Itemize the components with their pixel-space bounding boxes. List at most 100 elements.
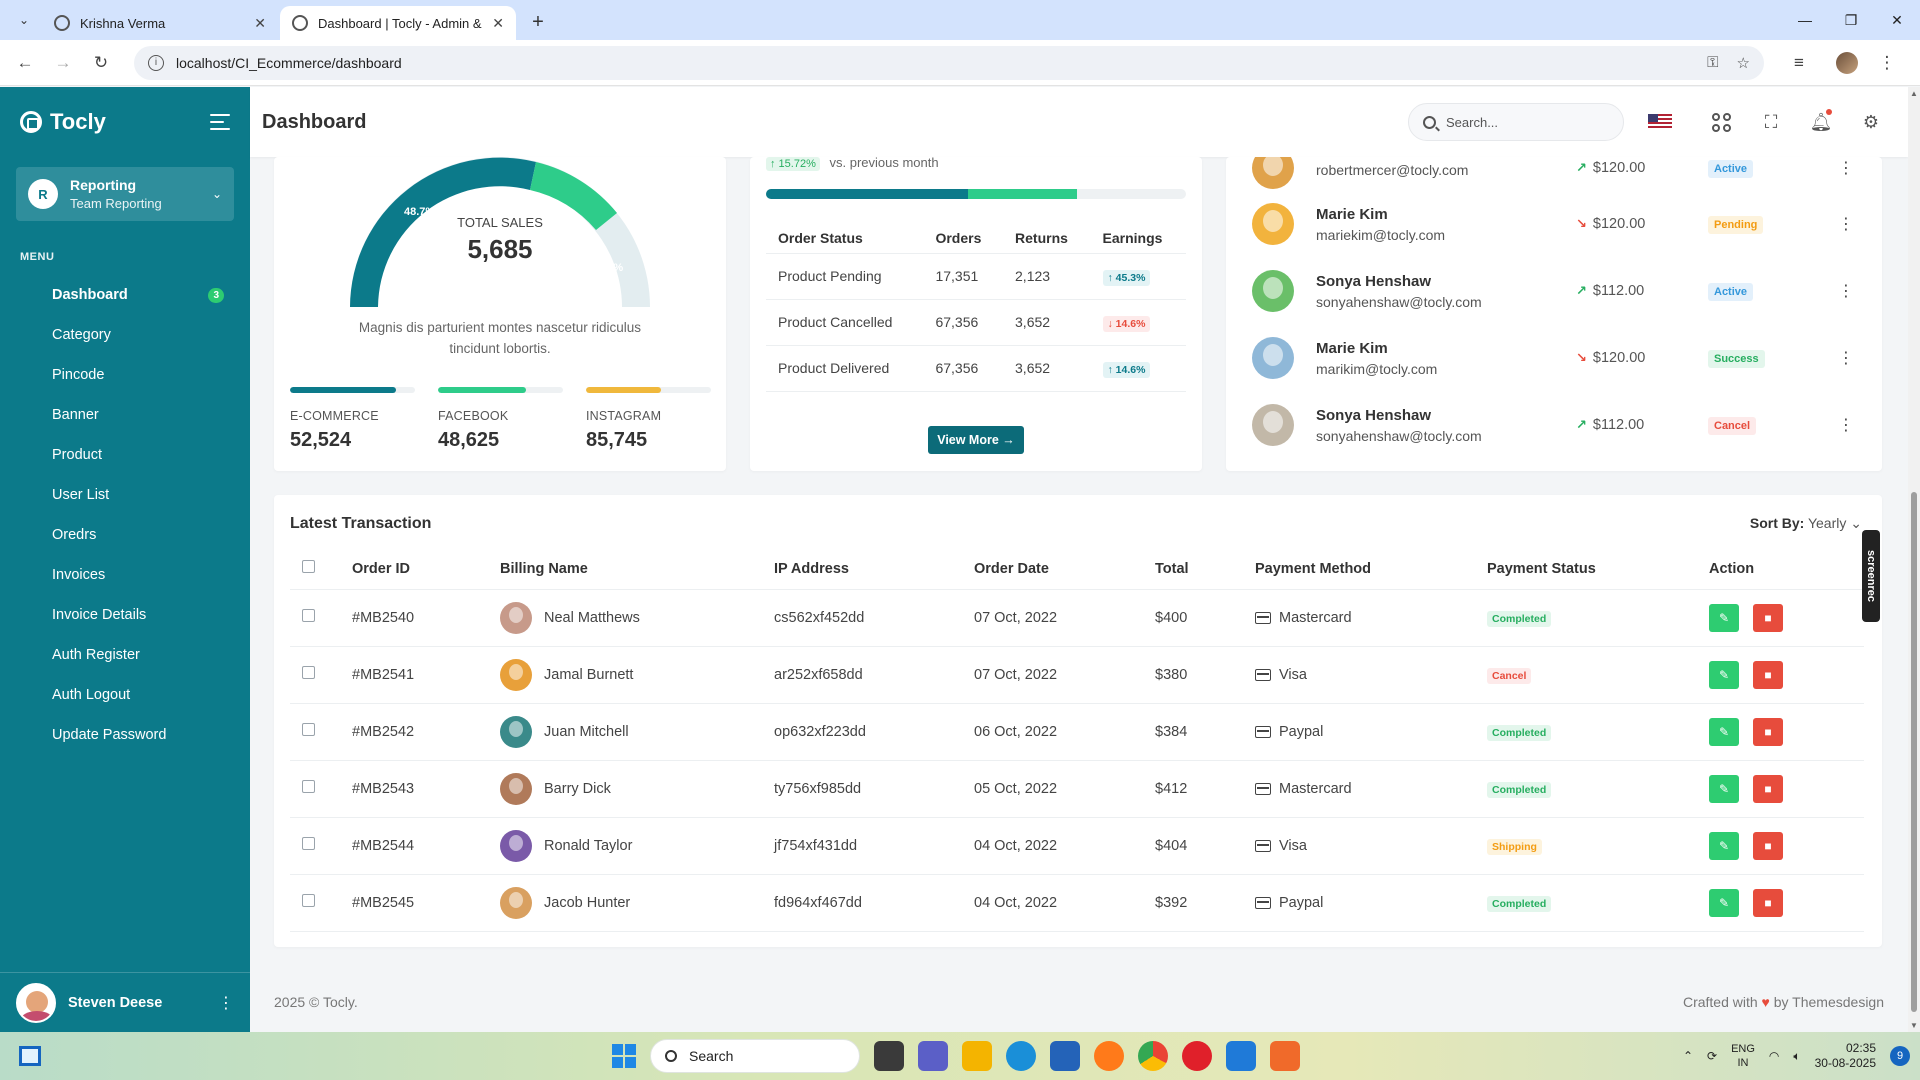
screenrec-widget[interactable]: screenrec	[1862, 530, 1880, 622]
reload-icon[interactable]: ↻	[86, 48, 116, 78]
sidebar-item-auth-logout[interactable]: Auth Logout	[0, 675, 250, 715]
edit-button[interactable]: ✎	[1709, 660, 1739, 689]
store-icon[interactable]	[1050, 1041, 1080, 1071]
close-window-icon[interactable]: ✕	[1874, 0, 1920, 40]
edit-button[interactable]: ✎	[1709, 717, 1739, 746]
clock[interactable]: 02:35 30-08-2025	[1815, 1041, 1876, 1071]
volume-icon[interactable]: 🔈︎	[1793, 1049, 1800, 1064]
sync-icon[interactable]: ⟳	[1707, 1049, 1717, 1063]
close-tab-icon[interactable]: ✕	[492, 15, 504, 32]
row-checkbox[interactable]	[302, 666, 315, 679]
delete-button[interactable]: ■	[1753, 603, 1783, 632]
view-more-button[interactable]: View More →	[928, 426, 1024, 454]
windows-start-icon[interactable]	[612, 1044, 636, 1068]
edit-button[interactable]: ✎	[1709, 888, 1739, 917]
delete-button[interactable]: ■	[1753, 831, 1783, 860]
sidebar-item-orders[interactable]: Oredrs	[0, 515, 250, 555]
chrome-icon[interactable]	[1138, 1041, 1168, 1071]
xampp-icon[interactable]	[1270, 1041, 1300, 1071]
notification-count-badge[interactable]: 9	[1890, 1046, 1910, 1066]
apps-grid-icon[interactable]	[1708, 109, 1734, 135]
delete-button[interactable]: ■	[1753, 774, 1783, 803]
sidebar-item-update-password[interactable]: Update Password	[0, 715, 250, 755]
more-vertical-icon[interactable]: ⋮	[1838, 348, 1854, 368]
sidebar-item-banner[interactable]: Banner	[0, 395, 250, 435]
firefox-icon[interactable]	[1094, 1041, 1124, 1071]
select-all-checkbox[interactable]	[302, 560, 315, 574]
sidebar-item-pincode[interactable]: Pincode	[0, 355, 250, 395]
row-checkbox[interactable]	[302, 837, 315, 850]
browser-tab-krishna[interactable]: Krishna Verma ✕	[42, 6, 278, 40]
url-text[interactable]: localhost/CI_Ecommerce/dashboard	[176, 55, 1707, 71]
sidebar-item-user-list[interactable]: User List	[0, 475, 250, 515]
minimize-icon[interactable]: —	[1782, 0, 1828, 40]
user-name: Steven Deese	[68, 994, 163, 1011]
gear-icon[interactable]: ⚙	[1858, 109, 1884, 135]
hamburger-menu-icon[interactable]	[210, 114, 230, 130]
widgets-icon[interactable]	[10, 1036, 50, 1076]
status-badge: Success	[1708, 350, 1765, 368]
tab-list-chevron-icon[interactable]: ⌄	[12, 8, 36, 32]
search-input[interactable]: Search...	[1408, 103, 1624, 141]
browser-menu-icon[interactable]: ⋮	[1872, 48, 1902, 78]
browser-tab-dashboard[interactable]: Dashboard | Tocly - Admin & D ✕	[280, 6, 516, 40]
vscode-icon[interactable]	[1226, 1041, 1256, 1071]
language-indicator[interactable]: ENG IN	[1731, 1042, 1755, 1070]
scroll-up-icon[interactable]: ▲	[1910, 89, 1918, 98]
profile-avatar[interactable]	[1836, 51, 1858, 74]
us-flag-icon[interactable]	[1648, 114, 1672, 130]
fullscreen-icon[interactable]: ⛶	[1758, 109, 1784, 135]
user-amount: $112.00	[1592, 417, 1645, 433]
wifi-icon[interactable]: ◠	[1769, 1049, 1779, 1063]
page-scrollbar[interactable]: ▲ ▼	[1908, 87, 1920, 1032]
more-vertical-icon[interactable]: ⋮	[1838, 415, 1854, 435]
more-vertical-icon[interactable]: ⋮	[1838, 214, 1854, 234]
delete-button[interactable]: ■	[1753, 717, 1783, 746]
sidebar-item-category[interactable]: Category	[0, 315, 250, 355]
sidebar-item-invoices[interactable]: Invoices	[0, 555, 250, 595]
delete-button[interactable]: ■	[1753, 888, 1783, 917]
workspace-selector[interactable]: R Reporting Team Reporting ⌄	[16, 167, 234, 221]
row-checkbox[interactable]	[302, 723, 315, 736]
teams-icon[interactable]	[918, 1041, 948, 1071]
edit-button[interactable]: ✎	[1709, 831, 1739, 860]
sidebar-item-dashboard[interactable]: Dashboard 3	[0, 275, 250, 315]
password-key-icon[interactable]: ⚿	[1707, 54, 1718, 71]
edit-button[interactable]: ✎	[1709, 603, 1739, 632]
bell-icon[interactable]: 🔔︎	[1808, 109, 1834, 135]
task-view-icon[interactable]	[874, 1041, 904, 1071]
row-checkbox[interactable]	[302, 609, 315, 622]
bookmark-star-icon[interactable]: ☆	[1737, 54, 1750, 72]
more-vertical-icon[interactable]: ⋮	[218, 993, 234, 1013]
close-tab-icon[interactable]: ✕	[254, 15, 266, 32]
status-badge: Completed	[1487, 895, 1552, 912]
more-vertical-icon[interactable]: ⋮	[1838, 158, 1854, 178]
more-vertical-icon[interactable]: ⋮	[1838, 281, 1854, 301]
sidebar-item-product[interactable]: Product	[0, 435, 250, 475]
sidebar-item-invoice-details[interactable]: Invoice Details	[0, 595, 250, 635]
back-arrow-icon[interactable]: ←	[10, 48, 40, 78]
row-checkbox[interactable]	[302, 894, 315, 907]
new-tab-button[interactable]: +	[524, 8, 552, 36]
file-explorer-icon[interactable]	[962, 1041, 992, 1071]
restore-icon[interactable]: ❐	[1828, 0, 1874, 40]
column-header: Order Status	[766, 223, 924, 254]
address-bar[interactable]: i localhost/CI_Ecommerce/dashboard ⚿ ☆	[134, 45, 1764, 80]
scrollbar-thumb[interactable]	[1911, 492, 1917, 1012]
media-controls-icon[interactable]: ≡	[1784, 48, 1814, 78]
sidebar-item-auth-register[interactable]: Auth Register	[0, 635, 250, 675]
delete-button[interactable]: ■	[1753, 660, 1783, 689]
edit-button[interactable]: ✎	[1709, 774, 1739, 803]
sidebar-user[interactable]: Steven Deese ⋮	[0, 972, 250, 1032]
scroll-down-icon[interactable]: ▼	[1910, 1021, 1918, 1030]
forward-arrow-icon[interactable]: →	[48, 48, 78, 78]
avatar	[500, 772, 532, 805]
row-checkbox[interactable]	[302, 780, 315, 793]
taskbar-search[interactable]: Search	[650, 1039, 860, 1073]
sort-by-dropdown[interactable]: Sort By: Yearly ⌄	[1750, 515, 1862, 532]
edge-icon[interactable]	[1006, 1041, 1036, 1071]
chevron-up-icon[interactable]: ⌃	[1683, 1049, 1693, 1063]
status-badge: Completed	[1487, 610, 1552, 627]
site-info-icon[interactable]: i	[148, 54, 164, 71]
opera-icon[interactable]	[1182, 1041, 1212, 1071]
